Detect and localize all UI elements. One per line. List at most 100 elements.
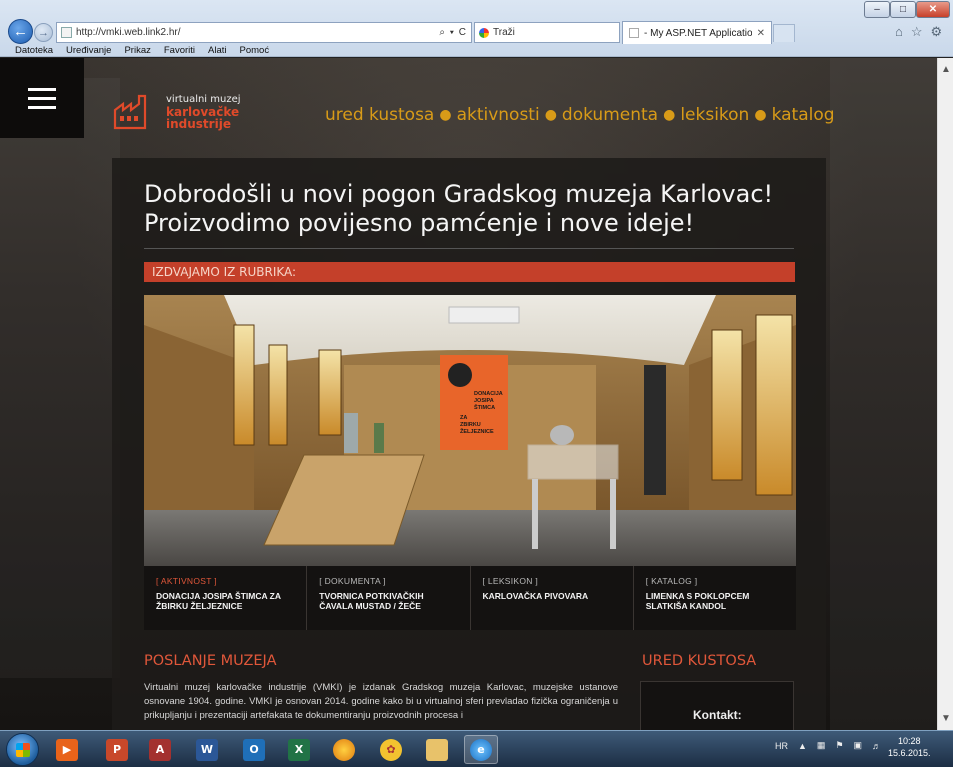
teaser-item[interactable]: [ DOKUMENTA ] TVORNICA POTKIVAČKIH ČAVAL… xyxy=(307,566,471,630)
factory-logo-icon xyxy=(113,94,147,130)
nav-ured-kustosa[interactable]: ured kustosa xyxy=(325,105,434,125)
teaser-title[interactable]: TVORNICA POTKIVAČKIH ČAVALA MUSTAD / ŽEČ… xyxy=(319,591,457,611)
menu-edit[interactable]: Uređivanje xyxy=(66,45,111,56)
gear-icon[interactable]: ⚙ xyxy=(931,24,943,40)
folder-icon xyxy=(426,738,448,761)
logo-line-1: virtualni muzej xyxy=(166,94,241,105)
teaser-title[interactable]: DONACIJA JOSIPA ŠTIMCA ZA ŽBIRKU ŽELJEZN… xyxy=(156,591,294,611)
teaser-category: [ AKTIVNOST ] xyxy=(156,576,217,586)
hamburger-icon-line xyxy=(28,105,56,109)
page-headline: Dobrodošli u novi pogon Gradskog muzeja … xyxy=(144,180,804,238)
maximize-button[interactable]: □ xyxy=(890,1,916,18)
taskbar-excel[interactable]: X xyxy=(282,735,316,764)
scroll-down-icon[interactable]: ▼ xyxy=(941,713,951,724)
volume-icon[interactable]: ♬ xyxy=(872,741,881,751)
excel-icon: X xyxy=(288,738,310,761)
arrow-left-icon: ← xyxy=(13,23,28,40)
contact-box: Kontakt: xyxy=(640,681,794,730)
address-tools[interactable]: ⌕ ▾ C xyxy=(439,27,471,38)
forward-button[interactable]: → xyxy=(34,23,53,42)
bullet-icon: ● xyxy=(544,106,557,123)
mission-heading: POSLANJE MUZEJA xyxy=(144,653,277,669)
headline-line-2: Proizvodimo povijesno pamćenje i nove id… xyxy=(144,209,695,237)
nav-aktivnosti[interactable]: aktivnosti xyxy=(457,105,540,125)
site-logo[interactable]: virtualni muzej karlovačke industrije xyxy=(113,84,263,134)
teaser-category: [ DOKUMENTA ] xyxy=(319,576,386,586)
menu-toggle-button[interactable] xyxy=(0,58,84,138)
teaser-item[interactable]: [ LEKSIKON ] KARLOVAČKA PIVOVARA xyxy=(471,566,634,630)
taskbar-outlook[interactable]: O xyxy=(237,735,271,764)
teaser-strip: [ AKTIVNOST ] DONACIJA JOSIPA ŠTIMCA ZA … xyxy=(144,566,796,630)
address-bar[interactable]: http://vmki.web.link2.hr/ ⌕ ▾ C xyxy=(56,22,472,43)
main-content: Dobrodošli u novi pogon Gradskog muzeja … xyxy=(112,158,826,730)
mission-paragraph: Virtualni muzej karlovačke industrije (V… xyxy=(144,682,618,721)
favorites-star-icon[interactable]: ☆ xyxy=(911,24,923,40)
section-heading-bar: IZDVAJAMO IZ RUBRIKA: xyxy=(144,262,795,282)
taskbar-media-center[interactable]: ▶ xyxy=(50,735,84,764)
arrow-right-icon: → xyxy=(38,26,49,39)
clock[interactable]: 10:28 15.6.2015. xyxy=(888,735,931,759)
start-button[interactable] xyxy=(6,733,39,766)
powerpoint-icon: P xyxy=(106,738,128,761)
browser-tab[interactable]: - My ASP.NET Application ✕ xyxy=(622,21,772,44)
windows-logo-icon xyxy=(16,743,30,757)
poster-line-1: DONACIJA xyxy=(474,391,503,397)
nav-dokumenta[interactable]: dokumenta xyxy=(562,105,658,125)
hero-image[interactable]: DONACIJA JOSIPA ŠTIMCA ZA ZBIRKU ŽELJEZN… xyxy=(144,295,796,566)
back-button[interactable]: ← xyxy=(8,19,33,44)
teaser-item[interactable]: [ KATALOG ] LIMENKA S POKLOPCEM SLATKIŠA… xyxy=(634,566,796,630)
tab-title: - My ASP.NET Application xyxy=(644,27,752,39)
clock-time: 10:28 xyxy=(898,736,921,746)
taskbar-internet-explorer[interactable]: e xyxy=(464,735,498,764)
browser-chrome: – □ ✕ ← → http://vmki.web.link2.hr/ ⌕ ▾ … xyxy=(0,0,953,57)
teaser-title[interactable]: LIMENKA S POKLOPCEM SLATKIŠA KANDOL xyxy=(646,591,784,611)
taskbar-powerpoint[interactable]: P xyxy=(100,735,134,764)
menu-file[interactable]: Datoteka xyxy=(15,45,53,56)
divider xyxy=(144,248,794,249)
search-provider-icon xyxy=(479,27,489,38)
menu-view[interactable]: Prikaz xyxy=(124,45,150,56)
poster-line-5: ZBIRKU xyxy=(460,422,481,428)
network-icon[interactable]: ▦ xyxy=(817,740,826,751)
windows-taskbar: ▶ P A W O X ✿ e HR ▲ ▦ ⚑ ▣ ♬ 10:28 15.6.… xyxy=(0,730,953,767)
bullet-icon: ● xyxy=(439,106,452,123)
taskbar-access[interactable]: A xyxy=(143,735,177,764)
show-hidden-icons-icon[interactable]: ▲ xyxy=(798,741,807,751)
minimize-button[interactable]: – xyxy=(864,1,890,18)
menu-help[interactable]: Pomoć xyxy=(240,45,270,56)
close-tab-icon[interactable]: ✕ xyxy=(757,28,765,39)
teaser-title[interactable]: KARLOVAČKA PIVOVARA xyxy=(483,591,621,601)
scroll-up-icon[interactable]: ▲ xyxy=(941,64,951,75)
nav-katalog[interactable]: katalog xyxy=(772,105,835,125)
outlook-icon: O xyxy=(243,738,265,761)
vertical-scrollbar[interactable]: ▲ ▼ xyxy=(937,58,953,730)
main-navigation: ured kustosa ● aktivnosti ● dokumenta ● leksik… xyxy=(325,101,835,125)
taskbar-explorer[interactable] xyxy=(420,735,454,764)
logo-line-3: industrije xyxy=(166,117,231,131)
poster-line-4: ZA xyxy=(460,415,467,421)
curator-office-heading: URED KUSTOSA xyxy=(642,653,757,669)
contact-label: Kontakt: xyxy=(693,708,742,722)
menu-favorites[interactable]: Favoriti xyxy=(164,45,195,56)
taskbar-app-orange[interactable] xyxy=(327,735,361,764)
home-icon[interactable]: ⌂ xyxy=(895,24,903,40)
url-text[interactable]: http://vmki.web.link2.hr/ xyxy=(76,27,439,38)
teaser-item[interactable]: [ AKTIVNOST ] DONACIJA JOSIPA ŠTIMCA ZA … xyxy=(144,566,308,630)
media-center-icon: ▶ xyxy=(56,738,78,761)
monitor-icon[interactable]: ▣ xyxy=(854,740,863,751)
flag-icon[interactable]: ⚑ xyxy=(835,740,843,751)
taskbar-word[interactable]: W xyxy=(190,735,224,764)
paint-icon: ✿ xyxy=(380,738,402,761)
teaser-category: [ LEKSIKON ] xyxy=(482,576,539,586)
new-tab-button[interactable] xyxy=(773,24,795,42)
system-tray: HR ▲ ▦ ⚑ ▣ ♬ xyxy=(775,740,881,751)
menu-tools[interactable]: Alati xyxy=(208,45,226,56)
poster-line-2: JOSIPA xyxy=(474,398,494,404)
nav-leksikon[interactable]: leksikon xyxy=(680,105,749,125)
search-box[interactable]: Traži xyxy=(474,22,620,43)
taskbar-app-paint[interactable]: ✿ xyxy=(374,735,408,764)
access-icon: A xyxy=(149,738,171,761)
close-window-button[interactable]: ✕ xyxy=(916,1,950,18)
language-indicator[interactable]: HR xyxy=(775,741,788,751)
page-icon xyxy=(61,27,72,38)
